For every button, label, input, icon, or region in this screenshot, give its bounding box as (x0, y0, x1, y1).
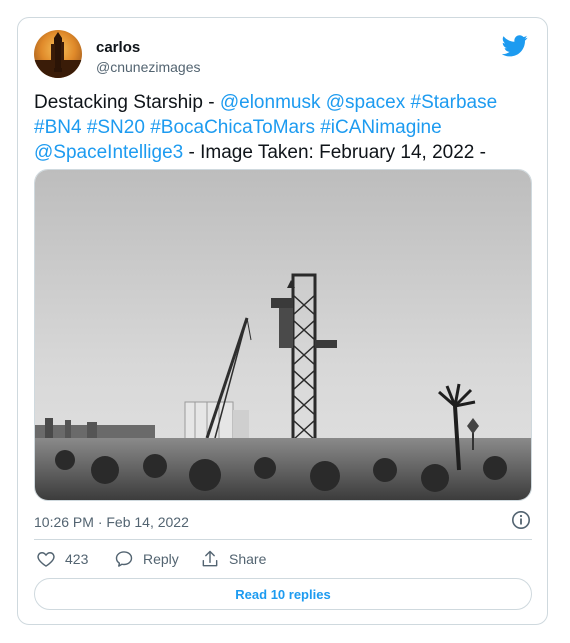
tweet-link[interactable]: #BN4 (34, 117, 82, 138)
avatar[interactable] (34, 30, 82, 78)
tweet-card[interactable]: carlos @cnunezimages Destacking Starship… (17, 17, 548, 625)
tweet-link[interactable]: #iCANimagine (320, 117, 441, 138)
tweet-text-segment: Destacking Starship - (34, 92, 220, 113)
tweet-link[interactable]: @spacex (326, 92, 406, 113)
tweet-timestamp[interactable]: 10:26 PM · Feb 14, 2022 (34, 514, 189, 530)
twitter-bird-icon[interactable] (501, 35, 528, 57)
starbase-photo-illustration (35, 170, 531, 500)
tweet-link[interactable]: #Starbase (411, 92, 498, 113)
read-replies-button[interactable]: Read 10 replies (34, 578, 532, 610)
share-button[interactable]: Share (200, 547, 266, 571)
share-label: Share (229, 551, 267, 567)
share-upload-icon (202, 550, 218, 567)
tweet-media-photo[interactable] (34, 169, 532, 501)
speech-bubble-icon (115, 551, 133, 567)
tweet-text-segment: - Image Taken: February 14, 2022 - (183, 142, 486, 163)
tweet-link[interactable]: #BocaChicaToMars (150, 117, 315, 138)
divider (34, 539, 532, 540)
heart-icon (37, 552, 55, 567)
like-button[interactable]: 423 (36, 547, 88, 571)
user-handle[interactable]: @cnunezimages (96, 59, 201, 75)
reply-button[interactable]: Reply (114, 547, 179, 571)
like-count: 423 (65, 551, 89, 567)
tweet-text: Destacking Starship - @elonmusk @spacex … (34, 90, 534, 165)
tweet-link[interactable]: @SpaceIntellige3 (34, 142, 183, 163)
user-display-name[interactable]: carlos (96, 39, 140, 56)
reply-label: Reply (143, 551, 179, 567)
tweet-link[interactable]: @elonmusk (220, 92, 321, 113)
info-icon[interactable] (511, 510, 531, 530)
tweet-link[interactable]: #SN20 (87, 117, 145, 138)
